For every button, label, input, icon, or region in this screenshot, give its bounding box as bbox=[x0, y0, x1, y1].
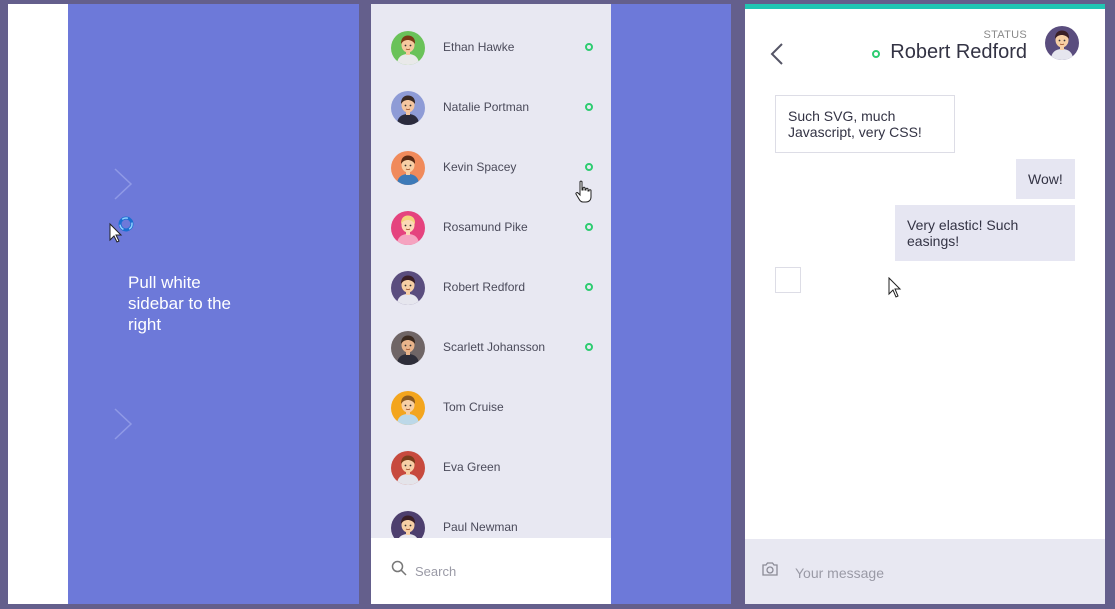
online-indicator bbox=[585, 163, 593, 171]
contacts-panel: Ethan Hawke Natalie Portman Kevin Spacey Ro… bbox=[371, 4, 731, 604]
avatar bbox=[391, 271, 425, 305]
message-outgoing: Wow! bbox=[1016, 159, 1075, 199]
contact-item[interactable]: Natalie Portman bbox=[371, 79, 611, 139]
message-composer bbox=[745, 539, 1105, 604]
contact-name: Ethan Hawke bbox=[443, 40, 515, 54]
avatar bbox=[391, 151, 425, 185]
message-outgoing: Very elastic! Such easings! bbox=[895, 205, 1075, 261]
avatar bbox=[391, 31, 425, 65]
chevron-right-icon bbox=[114, 408, 133, 440]
contact-item[interactable]: Eva Green bbox=[371, 439, 611, 499]
contact-name: Rosamund Pike bbox=[443, 220, 528, 234]
online-indicator bbox=[585, 103, 593, 111]
online-indicator bbox=[585, 283, 593, 291]
avatar bbox=[391, 331, 425, 365]
contact-item[interactable]: Scarlett Johansson bbox=[371, 319, 611, 379]
accent-bar bbox=[745, 4, 1105, 9]
contact-list: Ethan Hawke Natalie Portman Kevin Spacey Ro… bbox=[371, 4, 611, 604]
instruction-text: Pull white sidebar to the right bbox=[128, 273, 232, 334]
pointer-hand-cursor-icon bbox=[575, 180, 592, 203]
message-input[interactable] bbox=[793, 562, 1087, 584]
search-icon bbox=[391, 560, 407, 576]
message-incoming: Such SVG, much Javascript, very CSS! bbox=[775, 95, 955, 153]
chat-contact-name: Robert Redford bbox=[890, 41, 1027, 63]
chevron-left-icon[interactable] bbox=[769, 42, 785, 66]
contact-item[interactable]: Rosamund Pike bbox=[371, 199, 611, 259]
online-indicator bbox=[585, 343, 593, 351]
avatar bbox=[391, 451, 425, 485]
contact-name: Scarlett Johansson bbox=[443, 340, 546, 354]
intro-panel: Pull white sidebar to the right bbox=[8, 4, 359, 604]
avatar bbox=[391, 91, 425, 125]
online-indicator bbox=[585, 223, 593, 231]
contact-item[interactable]: Ethan Hawke bbox=[371, 19, 611, 79]
avatar bbox=[391, 211, 425, 245]
contact-name: Eva Green bbox=[443, 460, 501, 474]
contact-name: Paul Newman bbox=[443, 520, 518, 534]
status-label: STATUS bbox=[983, 29, 1027, 41]
avatar bbox=[391, 391, 425, 425]
arrow-cursor-icon bbox=[888, 277, 902, 298]
contact-name: Tom Cruise bbox=[443, 400, 504, 414]
search-input[interactable] bbox=[413, 560, 597, 582]
avatar[interactable] bbox=[1045, 26, 1079, 60]
camera-icon[interactable] bbox=[761, 561, 779, 577]
draggable-white-sidebar[interactable] bbox=[8, 4, 68, 604]
contact-name: Kevin Spacey bbox=[443, 160, 517, 174]
chat-panel: STATUS Robert Redford Such SVG, much Jav… bbox=[745, 4, 1105, 604]
contact-name: Natalie Portman bbox=[443, 100, 530, 114]
contact-item[interactable]: Robert Redford bbox=[371, 259, 611, 319]
busy-cursor-icon bbox=[109, 216, 134, 243]
chevron-right-icon bbox=[114, 168, 133, 200]
typing-indicator-bubble bbox=[775, 267, 801, 293]
search-bar bbox=[371, 538, 611, 604]
contact-item[interactable]: Tom Cruise bbox=[371, 379, 611, 439]
contact-name: Robert Redford bbox=[443, 280, 526, 294]
online-indicator bbox=[585, 43, 593, 51]
online-indicator bbox=[872, 50, 880, 58]
